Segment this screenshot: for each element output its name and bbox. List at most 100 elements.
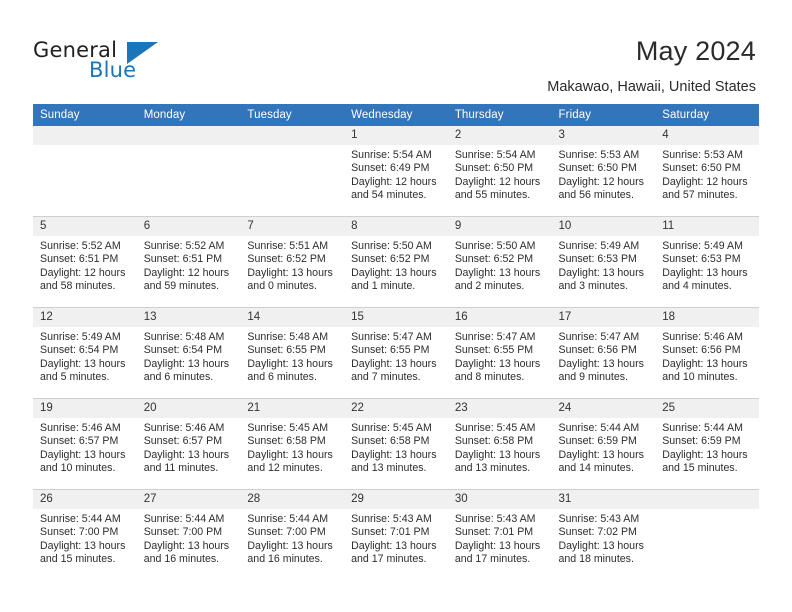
calendar-day-cell[interactable]: 3 Sunrise: 5:53 AM Sunset: 6:50 PM Daylight… <box>551 126 656 217</box>
calendar-day-cell[interactable]: 19 Sunrise: 5:46 AM Sunset: 6:57 PM Dayligh… <box>33 398 137 490</box>
day-number: 17 <box>551 308 656 327</box>
calendar-day-cell[interactable]: 11 Sunrise: 5:49 AM Sunset: 6:53 PM Dayligh… <box>655 216 759 308</box>
calendar-day-cell[interactable]: 28 Sunrise: 5:44 AM Sunset: 7:00 PM Dayligh… <box>240 489 345 580</box>
day-number: 28 <box>240 490 345 509</box>
daylight-text: Daylight: 13 hours and 10 minutes. <box>662 357 748 384</box>
day-details: Sunrise: 5:44 AM Sunset: 7:00 PM Daylight:… <box>240 509 344 567</box>
calendar-day-cell[interactable]: 20 Sunrise: 5:46 AM Sunset: 6:57 PM Dayligh… <box>136 398 241 490</box>
sunset-text: Sunset: 6:58 PM <box>351 435 430 448</box>
calendar-day-cell[interactable]: 17 Sunrise: 5:47 AM Sunset: 6:56 PM Dayligh… <box>551 307 656 399</box>
calendar-day-cell[interactable]: 14 Sunrise: 5:48 AM Sunset: 6:55 PM Dayligh… <box>240 307 345 399</box>
day-number: 9 <box>447 217 552 236</box>
day-number: 19 <box>33 399 137 418</box>
sunrise-text: Sunrise: 5:44 AM <box>662 422 743 434</box>
day-details: Sunrise: 5:44 AM Sunset: 7:00 PM Daylight:… <box>33 509 137 567</box>
daylight-text: Daylight: 13 hours and 15 minutes. <box>40 539 126 566</box>
calendar-day-cell[interactable]: 9 Sunrise: 5:50 AM Sunset: 6:52 PM Daylight… <box>447 216 552 308</box>
day-number: 16 <box>447 308 552 327</box>
day-details: Sunrise: 5:46 AM Sunset: 6:57 PM Daylight:… <box>137 418 241 476</box>
day-details: Sunrise: 5:50 AM Sunset: 6:52 PM Daylight:… <box>448 236 552 294</box>
sunrise-text: Sunrise: 5:53 AM <box>558 149 640 161</box>
sunrise-text: Sunrise: 5:44 AM <box>40 513 121 525</box>
sunrise-text: Sunrise: 5:46 AM <box>143 422 225 434</box>
daylight-text: Daylight: 13 hours and 8 minutes. <box>454 357 541 384</box>
day-number: 23 <box>447 399 552 418</box>
calendar-week-row: 26 Sunrise: 5:44 AM Sunset: 7:00 PM Dayligh… <box>33 489 759 580</box>
daylight-text: Daylight: 13 hours and 12 minutes. <box>247 448 333 475</box>
daylight-text: Daylight: 12 hours and 59 minutes. <box>143 266 230 293</box>
calendar-day-cell[interactable]: 15 Sunrise: 5:47 AM Sunset: 6:55 PM Dayligh… <box>344 307 448 399</box>
sunrise-text: Sunrise: 5:53 AM <box>662 149 743 161</box>
sunset-text: Sunset: 6:51 PM <box>143 253 223 266</box>
day-details: Sunrise: 5:52 AM Sunset: 6:51 PM Daylight:… <box>33 236 137 294</box>
weekday-header-wednesday: Wednesday <box>344 104 448 126</box>
calendar-day-cell[interactable]: 30 Sunrise: 5:43 AM Sunset: 7:01 PM Dayligh… <box>447 489 552 580</box>
general-blue-logo[interactable]: General Blue <box>33 38 183 86</box>
sunset-text: Sunset: 6:59 PM <box>558 435 637 448</box>
daylight-text: Daylight: 13 hours and 17 minutes. <box>351 539 437 566</box>
day-details: Sunrise: 5:43 AM Sunset: 7:02 PM Daylight:… <box>552 509 656 567</box>
calendar-day-cell[interactable]: 12 Sunrise: 5:49 AM Sunset: 6:54 PM Dayligh… <box>33 307 137 399</box>
calendar-day-cell[interactable]: 5 Sunrise: 5:52 AM Sunset: 6:51 PM Daylight… <box>33 216 137 308</box>
day-number: 15 <box>344 308 448 327</box>
calendar-day-cell-empty <box>33 126 137 217</box>
day-number: 22 <box>344 399 448 418</box>
calendar-day-cell[interactable]: 10 Sunrise: 5:49 AM Sunset: 6:53 PM Dayligh… <box>551 216 656 308</box>
calendar-day-cell[interactable]: 25 Sunrise: 5:44 AM Sunset: 6:59 PM Dayligh… <box>655 398 759 490</box>
sunset-text: Sunset: 6:57 PM <box>143 435 223 448</box>
sunset-text: Sunset: 7:00 PM <box>143 526 223 539</box>
daylight-text: Daylight: 13 hours and 14 minutes. <box>558 448 644 475</box>
calendar-day-cell[interactable]: 22 Sunrise: 5:45 AM Sunset: 6:58 PM Dayligh… <box>344 398 448 490</box>
calendar-day-cell[interactable]: 6 Sunrise: 5:52 AM Sunset: 6:51 PM Daylight… <box>136 216 241 308</box>
daylight-text: Daylight: 13 hours and 16 minutes. <box>247 539 333 566</box>
weekday-header-saturday: Saturday <box>655 104 759 126</box>
day-details: Sunrise: 5:47 AM Sunset: 6:55 PM Daylight:… <box>448 327 552 385</box>
sunset-text: Sunset: 6:56 PM <box>662 344 741 357</box>
sunset-text: Sunset: 6:55 PM <box>454 344 534 357</box>
day-number <box>240 126 345 145</box>
day-number: 14 <box>240 308 345 327</box>
calendar-day-cell[interactable]: 18 Sunrise: 5:46 AM Sunset: 6:56 PM Dayligh… <box>655 307 759 399</box>
calendar-day-cell[interactable]: 4 Sunrise: 5:53 AM Sunset: 6:50 PM Daylight… <box>655 126 759 217</box>
calendar-day-cell[interactable]: 2 Sunrise: 5:54 AM Sunset: 6:50 PM Daylight… <box>447 126 552 217</box>
day-number: 4 <box>655 126 759 145</box>
day-number: 20 <box>136 399 241 418</box>
daylight-text: Daylight: 13 hours and 18 minutes. <box>558 539 644 566</box>
calendar-day-cell[interactable]: 21 Sunrise: 5:45 AM Sunset: 6:58 PM Dayligh… <box>240 398 345 490</box>
sunset-text: Sunset: 7:01 PM <box>351 526 430 539</box>
sunset-text: Sunset: 7:02 PM <box>558 526 637 539</box>
calendar-day-cell[interactable]: 24 Sunrise: 5:44 AM Sunset: 6:59 PM Dayligh… <box>551 398 656 490</box>
sunrise-text: Sunrise: 5:48 AM <box>247 331 329 343</box>
daylight-text: Daylight: 12 hours and 56 minutes. <box>558 175 644 202</box>
calendar-day-cell[interactable]: 8 Sunrise: 5:50 AM Sunset: 6:52 PM Daylight… <box>344 216 448 308</box>
calendar-day-cell[interactable]: 1 Sunrise: 5:54 AM Sunset: 6:49 PM Daylight… <box>344 126 448 217</box>
sunrise-text: Sunrise: 5:45 AM <box>454 422 536 434</box>
calendar-day-cell[interactable]: 23 Sunrise: 5:45 AM Sunset: 6:58 PM Dayligh… <box>447 398 552 490</box>
day-details: Sunrise: 5:47 AM Sunset: 6:55 PM Daylight:… <box>344 327 448 385</box>
day-number: 2 <box>447 126 552 145</box>
daylight-text: Daylight: 13 hours and 9 minutes. <box>558 357 644 384</box>
day-details: Sunrise: 5:49 AM Sunset: 6:53 PM Daylight:… <box>655 236 759 294</box>
sunrise-text: Sunrise: 5:43 AM <box>351 513 432 525</box>
weekday-header-monday: Monday <box>136 104 241 126</box>
sunrise-text: Sunrise: 5:43 AM <box>558 513 640 525</box>
day-details: Sunrise: 5:53 AM Sunset: 6:50 PM Daylight:… <box>655 145 759 203</box>
day-details: Sunrise: 5:43 AM Sunset: 7:01 PM Daylight:… <box>344 509 448 567</box>
day-number: 21 <box>240 399 345 418</box>
day-number: 5 <box>33 217 137 236</box>
day-number <box>655 490 759 509</box>
calendar-header-row: Sunday Monday Tuesday Wednesday Thursday Frid… <box>33 104 759 126</box>
sunrise-text: Sunrise: 5:44 AM <box>558 422 640 434</box>
calendar-day-cell[interactable]: 7 Sunrise: 5:51 AM Sunset: 6:52 PM Daylight… <box>240 216 345 308</box>
calendar-day-cell[interactable]: 31 Sunrise: 5:43 AM Sunset: 7:02 PM Dayligh… <box>551 489 656 580</box>
daylight-text: Daylight: 13 hours and 5 minutes. <box>40 357 126 384</box>
sunrise-text: Sunrise: 5:47 AM <box>558 331 640 343</box>
calendar-day-cell[interactable]: 29 Sunrise: 5:43 AM Sunset: 7:01 PM Dayligh… <box>344 489 448 580</box>
calendar-day-cell[interactable]: 27 Sunrise: 5:44 AM Sunset: 7:00 PM Dayligh… <box>136 489 241 580</box>
calendar-day-cell[interactable]: 16 Sunrise: 5:47 AM Sunset: 6:55 PM Dayligh… <box>447 307 552 399</box>
day-number: 29 <box>344 490 448 509</box>
calendar-day-cell[interactable]: 26 Sunrise: 5:44 AM Sunset: 7:00 PM Dayligh… <box>33 489 137 580</box>
day-details: Sunrise: 5:44 AM Sunset: 6:59 PM Daylight:… <box>655 418 759 476</box>
calendar-day-cell[interactable]: 13 Sunrise: 5:48 AM Sunset: 6:54 PM Dayligh… <box>136 307 241 399</box>
daylight-text: Daylight: 13 hours and 4 minutes. <box>662 266 748 293</box>
